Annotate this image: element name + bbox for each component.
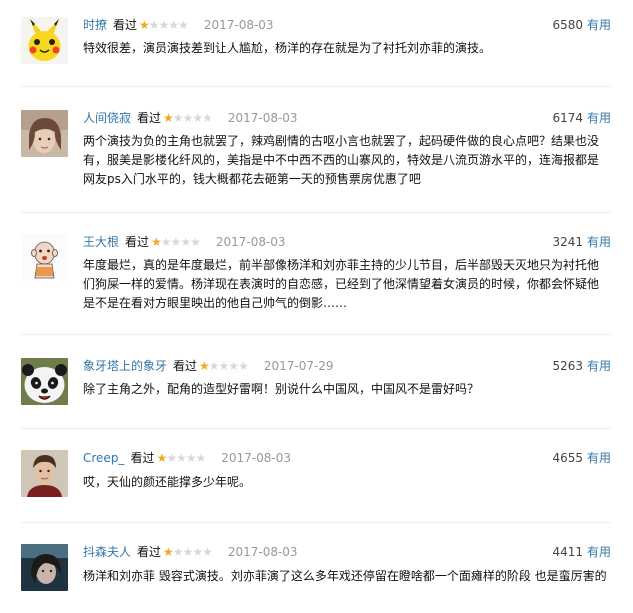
watched-label: 看过 — [125, 235, 150, 249]
rating-stars: ★★★★★ — [199, 359, 249, 373]
user-avatar[interactable] — [21, 358, 68, 405]
cartoon-bald-avatar-icon — [21, 234, 68, 281]
vote-area: 4411 有用 — [552, 544, 611, 560]
divider — [21, 428, 611, 429]
review-content: 特效很差，演员演技差到让人尴尬，杨洋的存在就是为了衬托刘亦菲的演技。 — [83, 39, 608, 58]
user-avatar[interactable] — [21, 17, 68, 64]
review-line: 两个演技为负的主角也就罢了，辣鸡剧情的古呕小言也就罢了，起码硬件做的良心点吧？结… — [83, 134, 600, 148]
useful-button[interactable]: 有用 — [587, 359, 611, 373]
useful-button[interactable]: 有用 — [587, 545, 611, 559]
vote-area: 4655 有用 — [552, 450, 611, 466]
username-link[interactable]: Creep_ — [83, 451, 124, 465]
watched-label: 看过 — [137, 111, 162, 125]
review-meta: 象牙塔上的象牙 看过 ★★★★★ 2017-07-29 — [83, 358, 334, 374]
rating-stars: ★★★★★ — [163, 545, 213, 559]
divider — [21, 334, 611, 335]
review-content: 两个演技为负的主角也就罢了，辣鸡剧情的古呕小言也就罢了，起码硬件做的良心点吧？结… — [83, 132, 608, 189]
review-line: 有，服美是影楼化纤风的，美指是中不中西不西的山寨风的，特效是八流页游水平的，连海… — [83, 153, 600, 167]
review-line: 网友ps入门水平的，钱大概都花去砸第一天的预售票房优惠了吧 — [83, 172, 421, 186]
vote-count: 4655 — [552, 451, 583, 465]
review-line: 年度最烂，真的是年度最烂，前半部像杨洋和刘亦菲主持的少儿节目，后半部毁天灭地只为… — [83, 258, 600, 272]
review-line: 是不是在看对方眼里映出的他自己帅气的倒影…… — [83, 296, 348, 310]
divider — [21, 212, 611, 213]
review-line: 除了主角之外，配角的造型好雷啊！别说什么中国风，中国风不是雷好吗？ — [83, 382, 480, 396]
review-date: 2017-08-03 — [227, 111, 298, 125]
girl-portrait-avatar-icon — [21, 110, 68, 157]
watched-label: 看过 — [130, 451, 155, 465]
vote-area: 6174 有用 — [552, 110, 611, 126]
panda-avatar-icon — [21, 358, 68, 405]
review-meta: 时撩 看过 ★★★★★ 2017-08-03 — [83, 17, 274, 33]
review-date: 2017-08-03 — [215, 235, 286, 249]
user-avatar[interactable] — [21, 450, 68, 497]
review-date: 2017-07-29 — [263, 359, 334, 373]
review-meta: 人间侥寂 看过 ★★★★★ 2017-08-03 — [83, 110, 298, 126]
rating-stars: ★★★★★ — [163, 111, 213, 125]
review-content: 年度最烂，真的是年度最烂，前半部像杨洋和刘亦菲主持的少儿节目，后半部毁天灭地只为… — [83, 256, 608, 313]
useful-button[interactable]: 有用 — [587, 235, 611, 249]
review-meta: Creep_ 看过 ★★★★★ 2017-08-03 — [83, 450, 291, 466]
vote-area: 3241 有用 — [552, 234, 611, 250]
divider — [21, 86, 611, 87]
vote-count: 4411 — [552, 545, 583, 559]
review-date: 2017-08-03 — [203, 18, 274, 32]
useful-button[interactable]: 有用 — [587, 18, 611, 32]
review-content: 哎，天仙的颜还能撑多少年呢。 — [83, 473, 608, 492]
review-date: 2017-08-03 — [221, 451, 291, 465]
young-man-avatar-icon — [21, 450, 68, 497]
review-date: 2017-08-03 — [227, 545, 298, 559]
username-link[interactable]: 抖森夫人 — [83, 545, 131, 559]
review-line: 哎，天仙的颜还能撑多少年呢。 — [83, 475, 252, 489]
username-link[interactable]: 象牙塔上的象牙 — [83, 359, 167, 373]
review-line: 杨洋和刘亦菲 毁容式演技。刘亦菲演了这么多年戏还停留在瞪啥都一个面瘫样的阶段 也… — [83, 569, 607, 583]
dark-portrait-avatar-icon — [21, 544, 68, 591]
vote-area: 5263 有用 — [552, 358, 611, 374]
pikachu-avatar-icon — [21, 17, 68, 64]
rating-stars: ★★★★★ — [156, 451, 206, 465]
username-link[interactable]: 人间侥寂 — [83, 111, 131, 125]
username-link[interactable]: 时撩 — [83, 18, 107, 32]
review-content: 除了主角之外，配角的造型好雷啊！别说什么中国风，中国风不是雷好吗？ — [83, 380, 608, 399]
vote-count: 3241 — [552, 235, 583, 249]
vote-count: 6174 — [552, 111, 583, 125]
watched-label: 看过 — [137, 545, 162, 559]
watched-label: 看过 — [173, 359, 198, 373]
divider — [21, 522, 611, 523]
review-meta: 抖森夫人 看过 ★★★★★ 2017-08-03 — [83, 544, 298, 560]
vote-count: 5263 — [552, 359, 583, 373]
review-meta: 王大根 看过 ★★★★★ 2017-08-03 — [83, 234, 286, 250]
vote-area: 6580 有用 — [552, 17, 611, 33]
review-line: 们狗屎一样的爱情。杨洋现在表演时的自恋感，已经到了他深情望着女演员的时候，你都会… — [83, 277, 600, 291]
user-avatar[interactable] — [21, 234, 68, 281]
useful-button[interactable]: 有用 — [587, 451, 611, 465]
rating-stars: ★★★★★ — [139, 18, 189, 32]
rating-stars: ★★★★★ — [151, 235, 201, 249]
review-content: 杨洋和刘亦菲 毁容式演技。刘亦菲演了这么多年戏还停留在瞪啥都一个面瘫样的阶段 也… — [83, 567, 608, 586]
review-line: 特效很差，演员演技差到让人尴尬，杨洋的存在就是为了衬托刘亦菲的演技。 — [83, 41, 492, 55]
username-link[interactable]: 王大根 — [83, 235, 119, 249]
watched-label: 看过 — [113, 18, 138, 32]
user-avatar[interactable] — [21, 544, 68, 591]
vote-count: 6580 — [552, 18, 583, 32]
useful-button[interactable]: 有用 — [587, 111, 611, 125]
user-avatar[interactable] — [21, 110, 68, 157]
